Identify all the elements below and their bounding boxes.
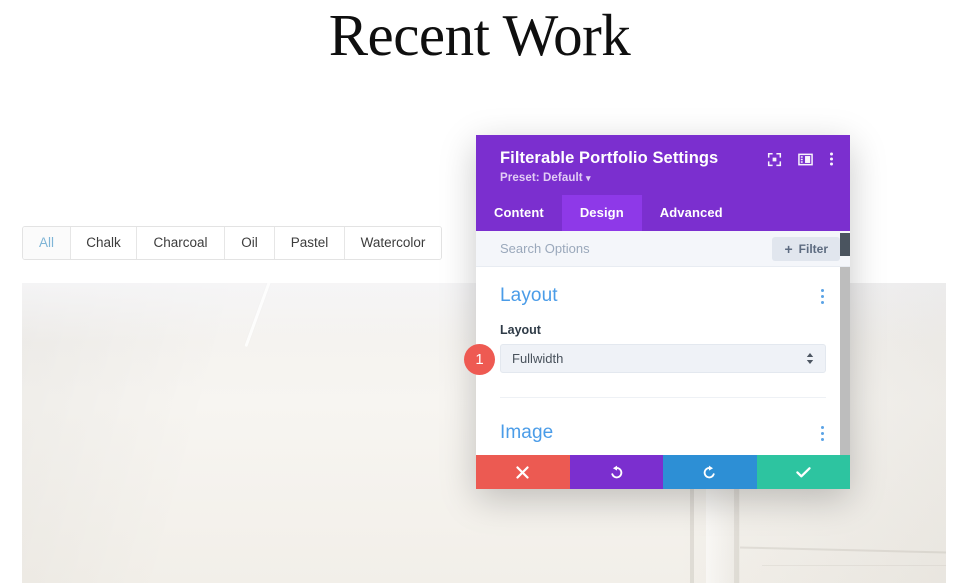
image-door-jamb-left xyxy=(690,483,694,583)
section-image-title: Image xyxy=(500,422,554,443)
modal-scrollbar-thumb[interactable] xyxy=(840,233,850,256)
modal-header-icons xyxy=(767,148,834,167)
focus-target-icon[interactable] xyxy=(767,152,782,167)
preset-selector[interactable]: Preset: Default ▾ xyxy=(500,172,718,184)
portfolio-filter-oil[interactable]: Oil xyxy=(225,227,275,259)
filter-button[interactable]: + Filter xyxy=(772,236,840,261)
modal-body: Layout Layout Fullwidth Image xyxy=(476,267,850,455)
portfolio-filter-watercolor[interactable]: Watercolor xyxy=(345,227,441,259)
modal-tabs: Content Design Advanced xyxy=(476,195,850,231)
section-image: Image xyxy=(476,398,850,444)
modal-title: Filterable Portfolio Settings xyxy=(500,149,719,167)
panel-layout-icon[interactable] xyxy=(798,152,813,167)
tab-design[interactable]: Design xyxy=(561,195,642,231)
filterable-portfolio-settings-modal: Filterable Portfolio Settings Preset: De… xyxy=(476,135,850,489)
layout-select-value: Fullwidth xyxy=(512,351,564,366)
plus-icon: + xyxy=(784,240,793,257)
layout-field-label: Layout xyxy=(500,323,541,337)
preset-label: Preset: Default xyxy=(500,172,583,184)
section-layout-header: Layout xyxy=(500,267,826,307)
section-image-options-icon[interactable] xyxy=(819,424,826,443)
page-title: Recent Work xyxy=(328,2,631,68)
image-door-jamb-right xyxy=(734,481,739,583)
portfolio-filter-charcoal[interactable]: Charcoal xyxy=(137,227,225,259)
select-updown-icon xyxy=(806,353,814,364)
save-button[interactable] xyxy=(756,455,850,489)
undo-button[interactable] xyxy=(569,455,663,489)
undo-icon xyxy=(609,465,624,480)
redo-icon xyxy=(702,465,717,480)
tab-advanced[interactable]: Advanced xyxy=(642,195,741,231)
filter-button-label: Filter xyxy=(798,241,828,256)
cancel-button[interactable] xyxy=(476,455,570,489)
portfolio-filter-chalk[interactable]: Chalk xyxy=(71,227,137,259)
redo-button[interactable] xyxy=(663,455,757,489)
section-layout-options-icon[interactable] xyxy=(819,287,826,306)
modal-header-text: Filterable Portfolio Settings Preset: De… xyxy=(500,148,718,184)
portfolio-filter-pastel[interactable]: Pastel xyxy=(275,227,345,259)
layout-select[interactable]: Fullwidth xyxy=(500,344,826,373)
close-icon xyxy=(516,465,529,479)
modal-scrollbar-track[interactable] xyxy=(840,267,850,455)
modal-header: Filterable Portfolio Settings Preset: De… xyxy=(476,135,850,195)
check-icon xyxy=(796,466,811,479)
search-options-row: Search Options + Filter xyxy=(476,231,850,267)
portfolio-filter-all[interactable]: All xyxy=(23,227,71,259)
portfolio-filter-bar: All Chalk Charcoal Oil Pastel Watercolor xyxy=(22,226,442,260)
search-input[interactable]: Search Options xyxy=(500,241,590,256)
modal-footer xyxy=(476,455,850,489)
section-image-header: Image xyxy=(500,398,826,444)
step-number-badge: 1 xyxy=(464,344,495,375)
chevron-down-icon: ▾ xyxy=(585,173,591,183)
section-layout-title: Layout xyxy=(500,285,558,306)
image-panel-line-2 xyxy=(762,565,946,566)
tab-content[interactable]: Content xyxy=(476,195,562,231)
section-layout: Layout Layout Fullwidth xyxy=(476,267,850,373)
more-options-icon[interactable] xyxy=(829,151,834,167)
